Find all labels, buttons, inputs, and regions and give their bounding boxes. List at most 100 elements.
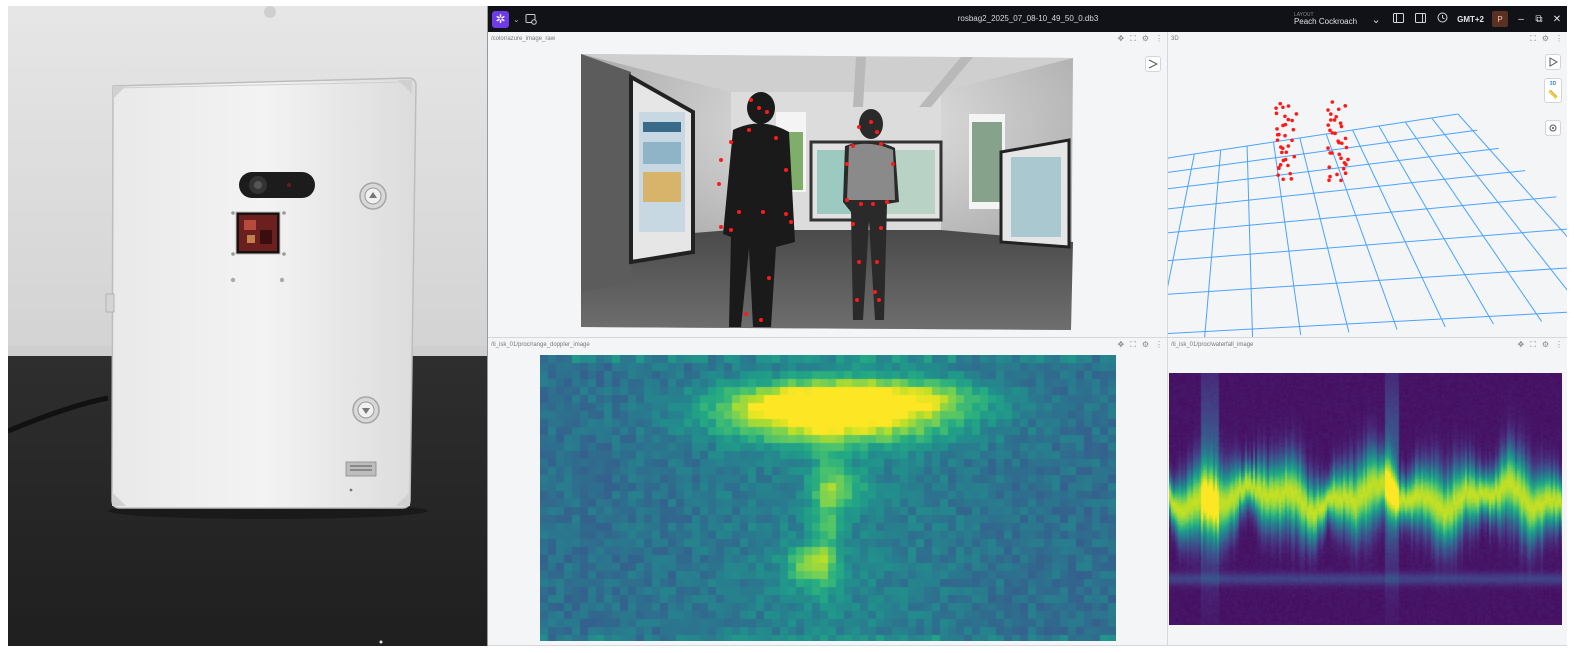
visualization-app-window: ✲ ⌄ rosbag2_2025_07_08-10_49_50_0.db3 LA… bbox=[487, 6, 1567, 646]
crosshair-button[interactable] bbox=[1545, 120, 1561, 136]
panel-header: /ti_isk_01/proc/waterfall_image ✥ ⛶ ⚙ ⋮ bbox=[1168, 338, 1567, 352]
grid-line bbox=[1168, 153, 1195, 288]
layout-selector[interactable]: LAYOUT Peach Cockroach bbox=[1294, 12, 1357, 26]
skeleton-point bbox=[1280, 150, 1284, 155]
panel-toolbar: ✥ ⛶ ⚙ ⋮ bbox=[1118, 340, 1163, 350]
view-3d-toggle[interactable]: 3D bbox=[1550, 82, 1556, 87]
keypoint-dot bbox=[759, 318, 763, 322]
keypoint-dot bbox=[879, 226, 883, 230]
more-vert-icon[interactable]: ⋮ bbox=[1155, 340, 1163, 350]
keypoint-dot bbox=[871, 202, 875, 206]
composite-figure: ✲ ⌄ rosbag2_2025_07_08-10_49_50_0.db3 LA… bbox=[0, 0, 1574, 653]
fullscreen-icon[interactable]: ⛶ bbox=[1130, 340, 1136, 350]
skeleton-point bbox=[1326, 123, 1331, 127]
skeleton-point bbox=[1329, 112, 1333, 116]
panel-header: /ti_isk_01/proc/range_doppler_image ✥ ⛶ … bbox=[488, 338, 1167, 352]
minimize-button[interactable]: – bbox=[1516, 14, 1526, 25]
panel-toolbar: ✥ ⛶ ⚙ ⋮ bbox=[1118, 34, 1163, 44]
chevron-down-icon[interactable]: ⌄ bbox=[1369, 13, 1383, 26]
skeleton-point bbox=[1291, 127, 1296, 132]
skeleton-point bbox=[1332, 118, 1337, 122]
app-topbar: ✲ ⌄ rosbag2_2025_07_08-10_49_50_0.db3 LA… bbox=[488, 6, 1567, 32]
keypoint-dot bbox=[873, 290, 877, 294]
avatar[interactable]: P bbox=[1492, 11, 1508, 27]
3d-viewport[interactable] bbox=[1168, 46, 1567, 337]
skeleton-point bbox=[1339, 124, 1344, 129]
fullscreen-icon[interactable]: ⛶ bbox=[1530, 34, 1536, 44]
panel-title: /ti_isk_01/proc/range_doppler_image bbox=[491, 342, 590, 348]
fullscreen-icon[interactable]: ⛶ bbox=[1530, 340, 1536, 350]
keypoint-dot bbox=[857, 260, 861, 264]
skeleton-point bbox=[1326, 146, 1330, 150]
timezone-label[interactable]: GMT+2 bbox=[1457, 15, 1484, 24]
grid-line bbox=[1168, 228, 1567, 262]
skeleton-point bbox=[1274, 106, 1278, 110]
skeleton-point bbox=[1290, 138, 1294, 143]
skeleton-point bbox=[1335, 172, 1339, 177]
panel-title: /ti_isk_01/proc/waterfall_image bbox=[1171, 342, 1254, 348]
right-sidebar-icon[interactable] bbox=[1413, 12, 1427, 26]
skeleton-point bbox=[1288, 171, 1293, 176]
keypoint-dot bbox=[859, 202, 863, 206]
keypoint-dot bbox=[784, 212, 788, 216]
move-icon[interactable]: ✥ bbox=[1118, 340, 1125, 350]
skeleton-point bbox=[1330, 100, 1335, 104]
sensor-box-photo bbox=[8, 6, 488, 646]
gear-icon[interactable]: ⚙ bbox=[1142, 34, 1149, 44]
skeleton-point bbox=[1338, 121, 1343, 126]
waterfall-heatmap bbox=[1169, 373, 1562, 625]
grid-line bbox=[1457, 113, 1567, 238]
keypoint-dot bbox=[851, 222, 855, 226]
range-doppler-canvas bbox=[540, 355, 1116, 641]
skeleton-point bbox=[1286, 117, 1291, 122]
keypoint-dot bbox=[885, 200, 889, 204]
skeleton-point bbox=[1326, 108, 1330, 112]
move-icon[interactable]: ✥ bbox=[1518, 340, 1525, 350]
keypoint-dot bbox=[749, 98, 753, 102]
keypoint-dot bbox=[761, 210, 765, 214]
move-icon[interactable]: ✥ bbox=[1118, 34, 1125, 44]
gear-icon[interactable]: ⚙ bbox=[1542, 34, 1549, 44]
skeleton-point bbox=[1343, 171, 1348, 176]
keypoint-dot bbox=[851, 144, 855, 148]
fullscreen-icon[interactable]: ⛶ bbox=[1130, 34, 1136, 44]
more-vert-icon[interactable]: ⋮ bbox=[1555, 34, 1563, 44]
skeleton-points-b bbox=[1326, 100, 1350, 183]
more-vert-icon[interactable]: ⋮ bbox=[1155, 34, 1163, 44]
grid-line bbox=[1325, 133, 1398, 330]
skeleton-point bbox=[1277, 166, 1281, 171]
keypoint-dot bbox=[737, 210, 741, 214]
close-button[interactable]: ✕ bbox=[1552, 14, 1562, 25]
keypoint-dot bbox=[877, 298, 881, 302]
keypoint-dot bbox=[869, 120, 873, 124]
range-doppler-panel: /ti_isk_01/proc/range_doppler_image ✥ ⛶ … bbox=[488, 338, 1168, 646]
panel-header: 3D ⛶ ⚙ ⋮ bbox=[1168, 32, 1567, 46]
pointer-tool-button[interactable] bbox=[1145, 56, 1161, 72]
left-sidebar-icon[interactable] bbox=[1391, 12, 1405, 26]
skeleton-point bbox=[1274, 111, 1279, 116]
skeleton-point bbox=[1275, 127, 1279, 131]
skeleton-point bbox=[1343, 104, 1348, 108]
topbar-right-group: LAYOUT Peach Cockroach ⌄ GMT+2 P – ⧉ ✕ bbox=[1294, 9, 1562, 29]
grid-line bbox=[1204, 149, 1222, 337]
keypoint-dot bbox=[729, 228, 733, 232]
globe-clock-icon[interactable] bbox=[1435, 12, 1449, 26]
skeleton-point bbox=[1344, 162, 1348, 167]
skeleton-point bbox=[1281, 123, 1285, 128]
ruler-icon[interactable]: 📏 bbox=[1548, 91, 1558, 99]
skeleton-point bbox=[1333, 131, 1337, 136]
keypoint-dot bbox=[744, 312, 748, 316]
more-vert-icon[interactable]: ⋮ bbox=[1555, 340, 1563, 350]
gear-icon[interactable]: ⚙ bbox=[1542, 340, 1549, 350]
skeleton-point bbox=[1276, 173, 1280, 177]
image-panel: /color/azure_image_raw ✥ ⛶ ⚙ ⋮ bbox=[488, 32, 1168, 338]
panel-header: /color/azure_image_raw ✥ ⛶ ⚙ ⋮ bbox=[488, 32, 1167, 46]
skeleton-point bbox=[1281, 177, 1285, 182]
pointer-tool-button[interactable] bbox=[1545, 54, 1561, 70]
keypoint-dot bbox=[774, 136, 778, 140]
restore-button[interactable]: ⧉ bbox=[1534, 14, 1544, 25]
gear-icon[interactable]: ⚙ bbox=[1142, 340, 1149, 350]
skeleton-point bbox=[1336, 107, 1341, 112]
skeleton-point bbox=[1343, 136, 1348, 141]
skeleton-point bbox=[1339, 178, 1343, 183]
